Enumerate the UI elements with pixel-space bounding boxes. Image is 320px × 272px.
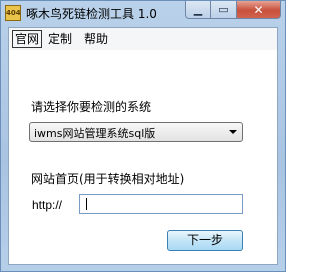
maximize-icon: ▭	[218, 3, 229, 16]
system-select-value: iwms网站管理系统sql版	[34, 127, 156, 140]
text-caret	[86, 198, 87, 210]
system-select-label: 请选择你要检测的系统	[31, 100, 152, 114]
menu-item-official-site[interactable]: 官网	[12, 30, 43, 48]
window-title: 啄木鸟死链检测工具 1.0	[26, 7, 157, 21]
system-select[interactable]: iwms网站管理系统sql版	[29, 122, 243, 142]
url-prefix-label: http://	[32, 198, 63, 212]
homepage-url-input[interactable]	[79, 194, 243, 214]
next-button[interactable]: 下一步	[167, 230, 243, 251]
app-window: 404 啄木鸟死链检测工具 1.0 ▁ ▭ ✕ 官网 定制 帮助 请选择你要检测…	[0, 0, 286, 272]
minimize-icon: ▁	[193, 3, 203, 16]
caption-buttons: ▁ ▭ ✕	[185, 1, 281, 21]
client-area: 官网 定制 帮助 请选择你要检测的系统 iwms网站管理系统sql版 网站首页(…	[8, 27, 278, 265]
form-panel: 请选择你要检测的系统 iwms网站管理系统sql版 网站首页(用于转换相对地址)…	[9, 50, 277, 264]
homepage-label: 网站首页(用于转换相对地址)	[31, 172, 185, 186]
menu-item-help[interactable]: 帮助	[82, 31, 110, 47]
maximize-button[interactable]: ▭	[211, 1, 237, 19]
app-logo-icon: 404	[5, 5, 21, 21]
title-bar[interactable]: 404 啄木鸟死链检测工具 1.0 ▁ ▭ ✕	[1, 1, 285, 25]
close-icon: ✕	[253, 2, 264, 17]
menu-bar: 官网 定制 帮助	[9, 28, 277, 51]
menu-item-customize[interactable]: 定制	[46, 31, 74, 47]
chevron-down-icon	[229, 130, 237, 134]
minimize-button[interactable]: ▁	[185, 1, 211, 19]
close-button[interactable]: ✕	[237, 1, 281, 19]
